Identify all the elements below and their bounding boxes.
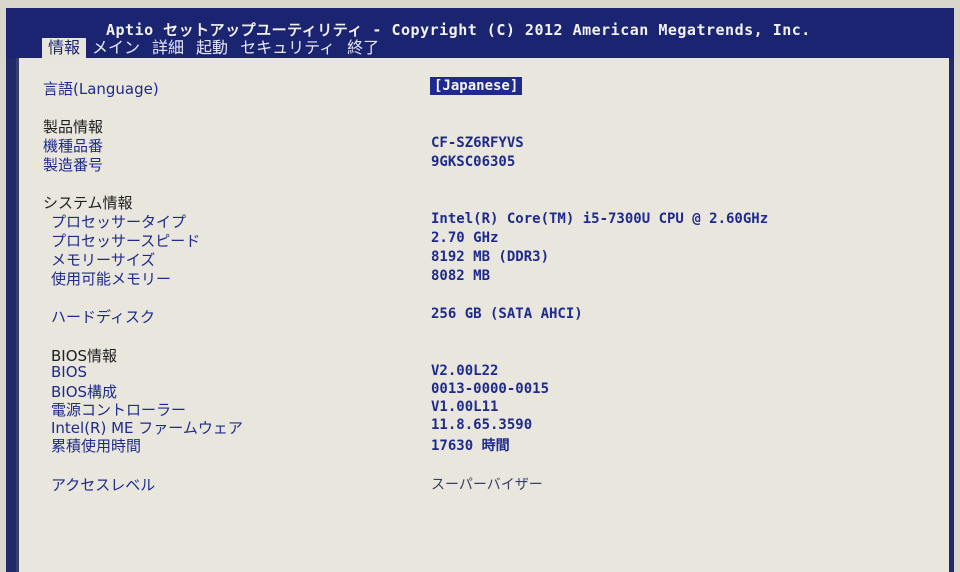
system-heading: システム情報 [43, 194, 133, 212]
tab-main[interactable]: メイン [86, 38, 146, 58]
bios-heading-row: BIOS情報 [19, 345, 939, 365]
me-firmware-value: 11.8.65.3590 [431, 417, 533, 433]
menu-tabs: 情報 メイン 詳細 起動 セキュリティ 終了 [42, 38, 385, 58]
cpu-type-value: Intel(R) Core(TM) i5-7300U CPU @ 2.60GHz [431, 211, 769, 227]
serial-value: 9GKSC06305 [431, 154, 516, 170]
cpu-speed-row: プロセッサースピード 2.70 GHz [19, 230, 939, 250]
language-label: 言語(Language) [43, 80, 159, 98]
language-value[interactable]: [Japanese] [429, 77, 523, 95]
product-heading: 製品情報 [43, 118, 104, 136]
power-controller-value: V1.00L11 [431, 399, 499, 415]
memory-available-label: 使用可能メモリー [51, 270, 172, 288]
model-value: CF-SZ6RFYVS [431, 135, 524, 151]
language-row[interactable]: 言語(Language) [Japanese] [19, 77, 939, 98]
usage-hours-label: 累積使用時間 [51, 437, 142, 455]
model-label: 機種品番 [43, 137, 104, 155]
cpu-speed-value: 2.70 GHz [431, 230, 499, 246]
serial-row: 製造番号 9GKSC06305 [19, 154, 939, 174]
cpu-type-row: プロセッサータイプ Intel(R) Core(TM) i5-7300U CPU… [19, 211, 939, 231]
disk-label: ハードディスク [51, 308, 155, 326]
usage-hours-value: 17630 時間 [431, 438, 510, 454]
cpu-speed-label: プロセッサースピード [51, 232, 201, 250]
tab-security[interactable]: セキュリティ [234, 38, 341, 58]
cpu-type-label: プロセッサータイプ [51, 213, 187, 231]
tab-advanced[interactable]: 詳細 [146, 38, 190, 58]
product-heading-row: 製品情報 [19, 116, 939, 136]
bios-version-row: BIOS V2.00L22 [19, 363, 939, 383]
memory-size-row: メモリーサイズ 8192 MB (DDR3) [19, 249, 939, 269]
bios-version-label: BIOS [51, 363, 88, 381]
memory-available-row: 使用可能メモリー 8082 MB [19, 268, 939, 288]
access-level-row: アクセスレベル スーパーバイザー [19, 474, 939, 494]
memory-available-value: 8082 MB [431, 268, 491, 284]
tab-exit[interactable]: 終了 [341, 38, 385, 58]
me-firmware-row: Intel(R) ME ファームウェア 11.8.65.3590 [19, 417, 939, 437]
power-controller-row: 電源コントローラー V1.00L11 [19, 399, 939, 419]
bios-version-value: V2.00L22 [431, 363, 499, 379]
access-level-label: アクセスレベル [51, 476, 156, 494]
memory-size-value: 8192 MB (DDR3) [431, 249, 550, 265]
window-title: Aptio セットアップユーティリティ - Copyright (C) 2012… [106, 21, 811, 39]
bios-config-value: 0013-0000-0015 [431, 381, 550, 397]
tab-info[interactable]: 情報 [42, 38, 87, 58]
system-heading-row: システム情報 [19, 192, 939, 212]
bios-screen: Aptio セットアップユーティリティ - Copyright (C) 2012… [6, 8, 954, 572]
memory-size-label: メモリーサイズ [51, 251, 156, 269]
access-level-value: スーパーバイザー [431, 477, 543, 493]
info-panel: 言語(Language) [Japanese] 製品情報 機種品番 CF-SZ6… [16, 58, 949, 572]
title-bar: Aptio セットアップユーティリティ - Copyright (C) 2012… [6, 8, 954, 58]
usage-hours-row: 累積使用時間 17630 時間 [19, 435, 939, 455]
disk-row: ハードディスク 256 GB (SATA AHCI) [19, 306, 939, 326]
model-row: 機種品番 CF-SZ6RFYVS [19, 135, 939, 155]
tab-boot[interactable]: 起動 [190, 38, 234, 58]
serial-label: 製造番号 [43, 156, 104, 174]
bios-config-row: BIOS構成 0013-0000-0015 [19, 381, 939, 401]
disk-value: 256 GB (SATA AHCI) [431, 306, 583, 322]
